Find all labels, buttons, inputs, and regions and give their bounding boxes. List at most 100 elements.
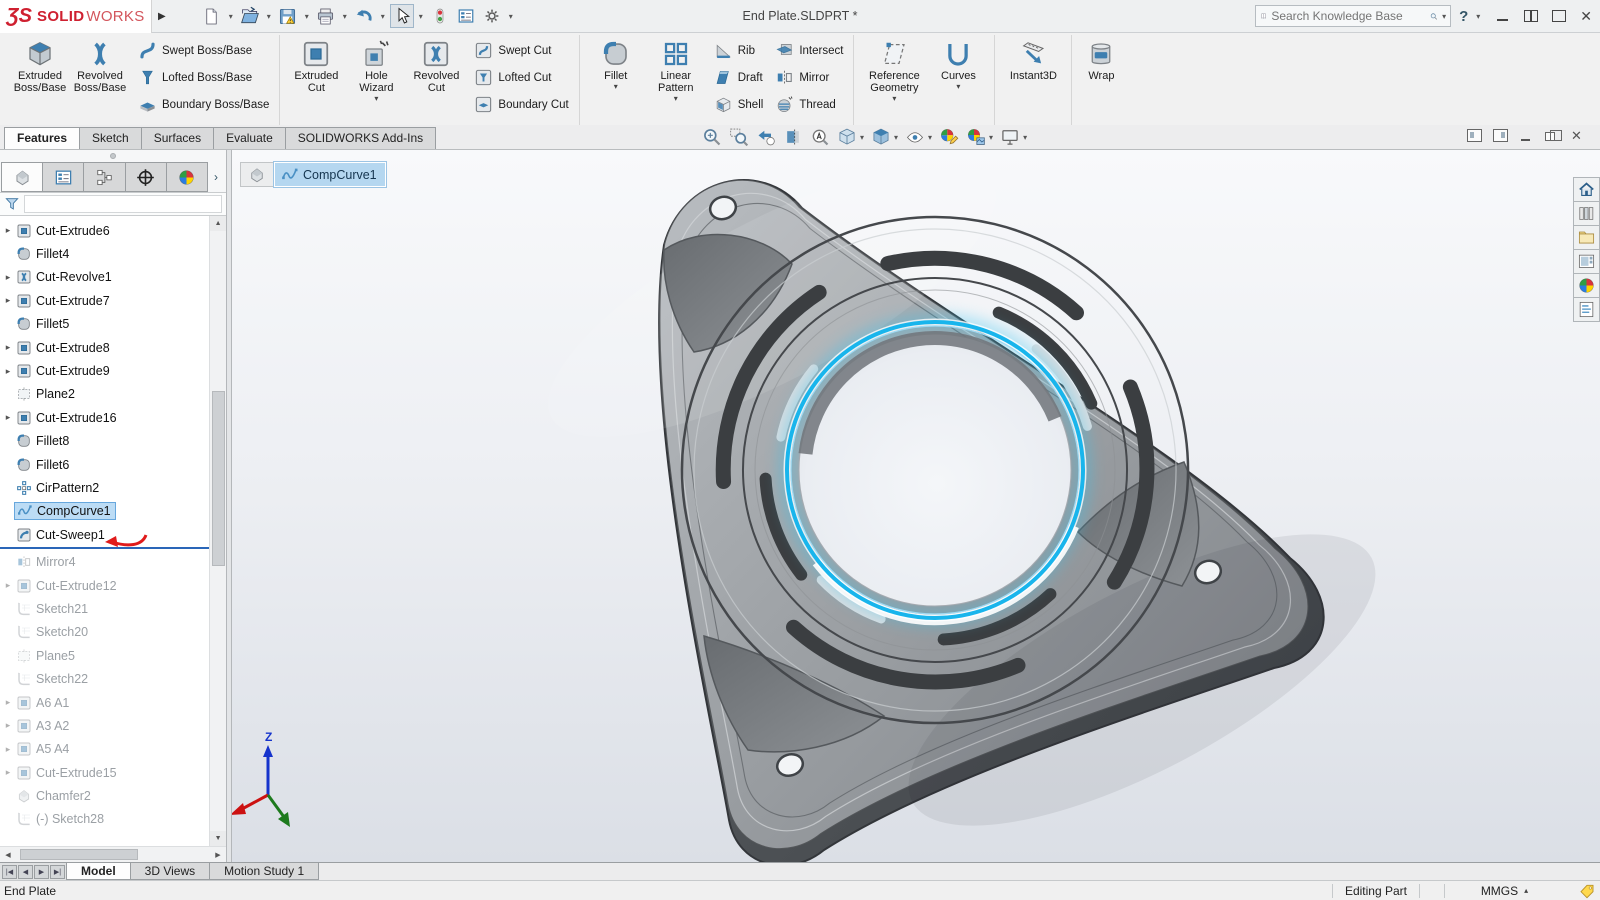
- minimize-doc-icon[interactable]: [1519, 129, 1534, 142]
- tree-filter-input[interactable]: [24, 195, 222, 213]
- undo-button[interactable]: [352, 4, 376, 28]
- tab-model[interactable]: Model: [66, 863, 131, 880]
- expand-arrow-icon[interactable]: ▸: [0, 342, 16, 353]
- expand-arrow-icon[interactable]: ▸: [0, 744, 16, 755]
- tree-item-plane5[interactable]: Plane5: [0, 644, 209, 667]
- view-orientation-icon[interactable]: [837, 127, 857, 147]
- shell-button[interactable]: Shell: [710, 91, 768, 118]
- end-plate-3d-model[interactable]: Z X: [232, 150, 1600, 862]
- help-button[interactable]: ?: [1457, 8, 1470, 25]
- tile-windows-button[interactable]: [1524, 10, 1538, 22]
- tree-item-plane2[interactable]: Plane2: [0, 383, 209, 406]
- linear-pattern-caret-icon[interactable]: ▾: [674, 94, 678, 104]
- last-tab-icon[interactable]: ▶|: [50, 865, 65, 879]
- close-button[interactable]: ✕: [1580, 10, 1592, 22]
- breadcrumb-part-icon[interactable]: [240, 162, 274, 187]
- graphics-viewport[interactable]: Z X CompCurve1: [232, 150, 1600, 862]
- tree-item-compcurve1-selected[interactable]: CompCurve1: [0, 500, 209, 523]
- propertymanager-tab[interactable]: [42, 162, 84, 192]
- open-caret-icon[interactable]: ▾: [264, 12, 274, 21]
- scroll-right-icon[interactable]: ▶: [210, 851, 226, 859]
- minimize-button[interactable]: [1496, 10, 1510, 22]
- tree-item-fillet5[interactable]: Fillet5: [0, 313, 209, 336]
- tree-item-a5-a4[interactable]: ▸A5 A4: [0, 738, 209, 761]
- intersect-button[interactable]: Intersect: [771, 37, 847, 64]
- tree-item-a3-a2[interactable]: ▸A3 A2: [0, 714, 209, 737]
- revolved-boss-base-button[interactable]: RevolvedBoss/Base: [70, 37, 130, 104]
- tree-vertical-scrollbar[interactable]: ▲ ▼: [209, 216, 226, 846]
- apply-scene-icon[interactable]: [966, 127, 986, 147]
- tree-item-sketch22[interactable]: Sketch22: [0, 667, 209, 690]
- boundary-boss-base-button[interactable]: Boundary Boss/Base: [134, 91, 273, 118]
- options-gear-button[interactable]: [480, 4, 504, 28]
- interface-list-button[interactable]: [454, 4, 478, 28]
- expand-arrow-icon[interactable]: ▸: [0, 295, 16, 306]
- reference-geometry-caret-icon[interactable]: ▾: [892, 94, 896, 104]
- tab-sketch[interactable]: Sketch: [79, 127, 142, 149]
- view-palette-icon[interactable]: [1573, 249, 1600, 274]
- tree-item-cut-extrude16[interactable]: ▸Cut-Extrude16: [0, 406, 209, 429]
- expand-arrow-icon[interactable]: ▸: [0, 366, 16, 377]
- search-input[interactable]: [1271, 9, 1426, 23]
- expand-arrow-icon[interactable]: ▸: [0, 225, 16, 236]
- tab-features[interactable]: Features: [4, 127, 80, 149]
- expand-arrow-icon[interactable]: ▸: [0, 767, 16, 778]
- curves-caret-icon[interactable]: ▾: [956, 82, 960, 92]
- tile-left-icon[interactable]: [1467, 129, 1482, 142]
- fillet-caret-icon[interactable]: ▾: [614, 82, 618, 92]
- edit-appearance-icon[interactable]: [939, 127, 959, 147]
- tab-solidworks-add-ins[interactable]: SOLIDWORKS Add-Ins: [285, 127, 436, 149]
- appearances-icon[interactable]: [1573, 273, 1600, 298]
- performance-lights-icon[interactable]: [428, 4, 452, 28]
- tree-item-cut-extrude12[interactable]: ▸Cut-Extrude12: [0, 574, 209, 597]
- extruded-boss-base-button[interactable]: ExtrudedBoss/Base: [10, 37, 70, 104]
- expand-arrow-icon[interactable]: ▸: [0, 272, 16, 283]
- tag-icon[interactable]: [1578, 883, 1596, 899]
- maximize-button[interactable]: [1552, 10, 1566, 22]
- print-button[interactable]: [314, 4, 338, 28]
- apply-scene-caret-icon[interactable]: ▾: [989, 133, 993, 142]
- tree-item-cut-extrude9[interactable]: ▸Cut-Extrude9: [0, 359, 209, 382]
- select-caret-icon[interactable]: ▾: [416, 12, 426, 21]
- hole-wizard-caret-icon[interactable]: ▾: [374, 94, 378, 104]
- first-tab-icon[interactable]: |◀: [2, 865, 17, 879]
- tree-horizontal-scrollbar[interactable]: ◀ ▶: [0, 846, 226, 862]
- select-cursor-button[interactable]: [390, 4, 414, 28]
- configurationmanager-tab[interactable]: [83, 162, 125, 192]
- lofted-cut-button[interactable]: Lofted Cut: [470, 64, 572, 91]
- tree-item-fillet4[interactable]: Fillet4: [0, 242, 209, 265]
- view-settings-caret-icon[interactable]: ▾: [1023, 133, 1027, 142]
- tree-item-a6-a1[interactable]: ▸A6 A1: [0, 691, 209, 714]
- instant3d-button[interactable]: Instant3D: [1001, 37, 1065, 92]
- tree-item-sketch20[interactable]: Sketch20: [0, 621, 209, 644]
- knowledge-base-search[interactable]: ▾: [1255, 5, 1451, 27]
- save-caret-icon[interactable]: ▾: [302, 12, 312, 21]
- scroll-down-icon[interactable]: ▼: [210, 831, 226, 846]
- options-caret-icon[interactable]: ▾: [506, 12, 516, 21]
- dimxpertmanager-tab[interactable]: [125, 162, 167, 192]
- rib-button[interactable]: Rib: [710, 37, 768, 64]
- reference-geometry-button[interactable]: ReferenceGeometry▾: [860, 37, 928, 104]
- previous-tab-icon[interactable]: ◀: [18, 865, 33, 879]
- swept-cut-button[interactable]: Swept Cut: [470, 37, 572, 64]
- view-orientation-caret-icon[interactable]: ▾: [860, 133, 864, 142]
- zoom-to-area-icon[interactable]: [729, 127, 749, 147]
- help-caret-icon[interactable]: ▾: [1476, 12, 1480, 21]
- linear-pattern-button[interactable]: LinearPattern▾: [646, 37, 706, 104]
- display-style-icon[interactable]: [871, 127, 891, 147]
- zoom-to-fit-icon[interactable]: [702, 127, 722, 147]
- search-icon[interactable]: [1430, 9, 1438, 24]
- panel-collapse-handle[interactable]: [0, 150, 226, 162]
- search-caret-icon[interactable]: ▾: [1442, 12, 1446, 21]
- print-caret-icon[interactable]: ▾: [340, 12, 350, 21]
- menu-flyout-arrow-icon[interactable]: ▶: [152, 9, 172, 24]
- tree-item-cut-extrude6[interactable]: ▸Cut-Extrude6: [0, 219, 209, 242]
- open-document-button[interactable]: [238, 4, 262, 28]
- tree-item-fillet8[interactable]: Fillet8: [0, 430, 209, 453]
- design-library-icon[interactable]: [1573, 201, 1600, 226]
- previous-view-icon[interactable]: [756, 127, 776, 147]
- curves-button[interactable]: Curves▾: [928, 37, 988, 92]
- scroll-left-icon[interactable]: ◀: [0, 851, 16, 859]
- thread-button[interactable]: Thread: [771, 91, 847, 118]
- units-selector[interactable]: MMGS▴: [1444, 884, 1564, 898]
